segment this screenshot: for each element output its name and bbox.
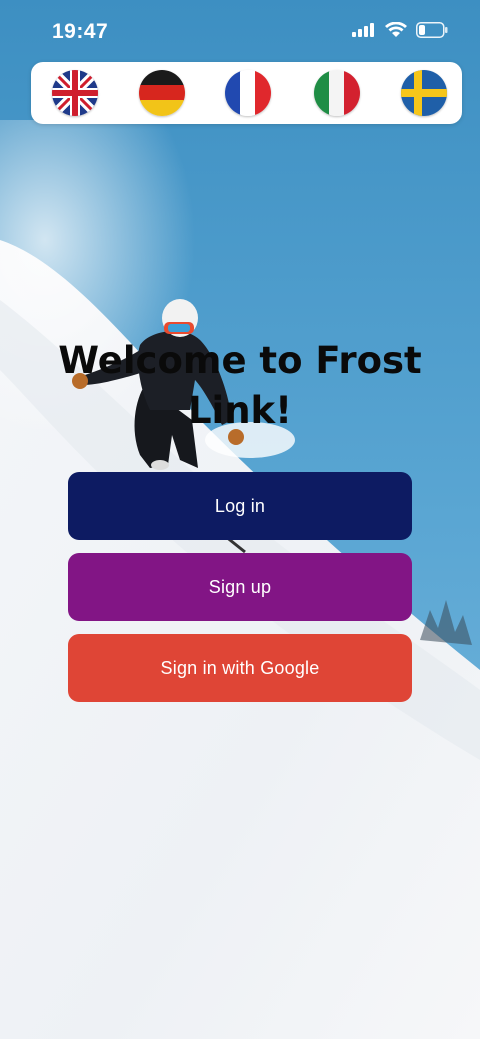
login-button[interactable]: Log in: [68, 472, 412, 540]
germany-flag-icon[interactable]: [139, 70, 185, 116]
language-selector: [31, 62, 462, 124]
status-time: 19:47: [52, 20, 109, 43]
status-bar: 19:47: [0, 0, 480, 62]
signup-button[interactable]: Sign up: [68, 553, 412, 621]
sweden-flag-icon[interactable]: [401, 70, 447, 116]
cellular-signal-icon: [352, 23, 374, 37]
italy-flag-icon[interactable]: [314, 70, 360, 116]
uk-flag-icon[interactable]: [52, 70, 98, 116]
welcome-title: Welcome to Frost Link!: [58, 339, 422, 432]
battery-icon: [416, 22, 448, 38]
france-flag-icon[interactable]: [225, 70, 271, 116]
wifi-icon: [385, 22, 407, 37]
google-signin-button[interactable]: Sign in with Google: [68, 634, 412, 702]
